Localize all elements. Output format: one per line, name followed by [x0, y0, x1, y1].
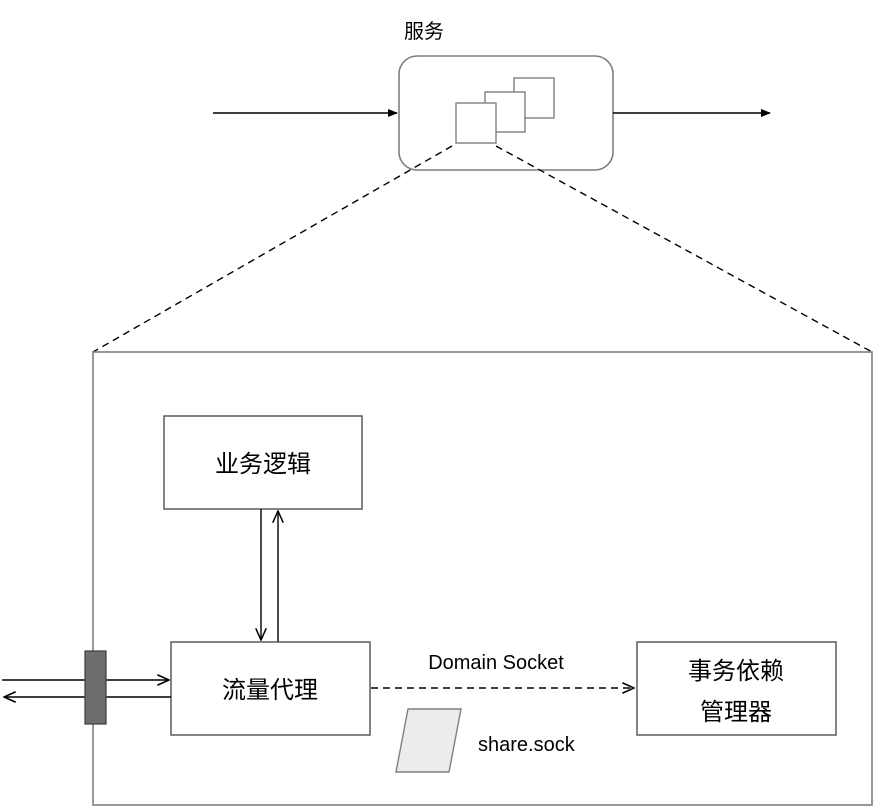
dependency-manager-label-line2: 管理器 [700, 698, 772, 726]
dependency-manager-label-line1: 事务依赖 [688, 657, 784, 685]
traffic-proxy-label: 流量代理 [222, 676, 318, 704]
socket-file-shape [395, 708, 462, 773]
service-title: 服务 [404, 19, 444, 43]
socket-file-label: share.sock [478, 734, 576, 756]
zoom-line-right [495, 145, 873, 353]
domain-socket-label: Domain Socket [428, 652, 564, 674]
business-logic-label: 业务逻辑 [215, 450, 311, 478]
network-port-block [84, 650, 107, 725]
service-instance-front [455, 102, 497, 144]
architecture-diagram: 服务 业务逻辑 流量代理 Domain Socket 事务依赖 管理器 shar… [2, 19, 873, 806]
zoom-line-left [92, 145, 453, 353]
